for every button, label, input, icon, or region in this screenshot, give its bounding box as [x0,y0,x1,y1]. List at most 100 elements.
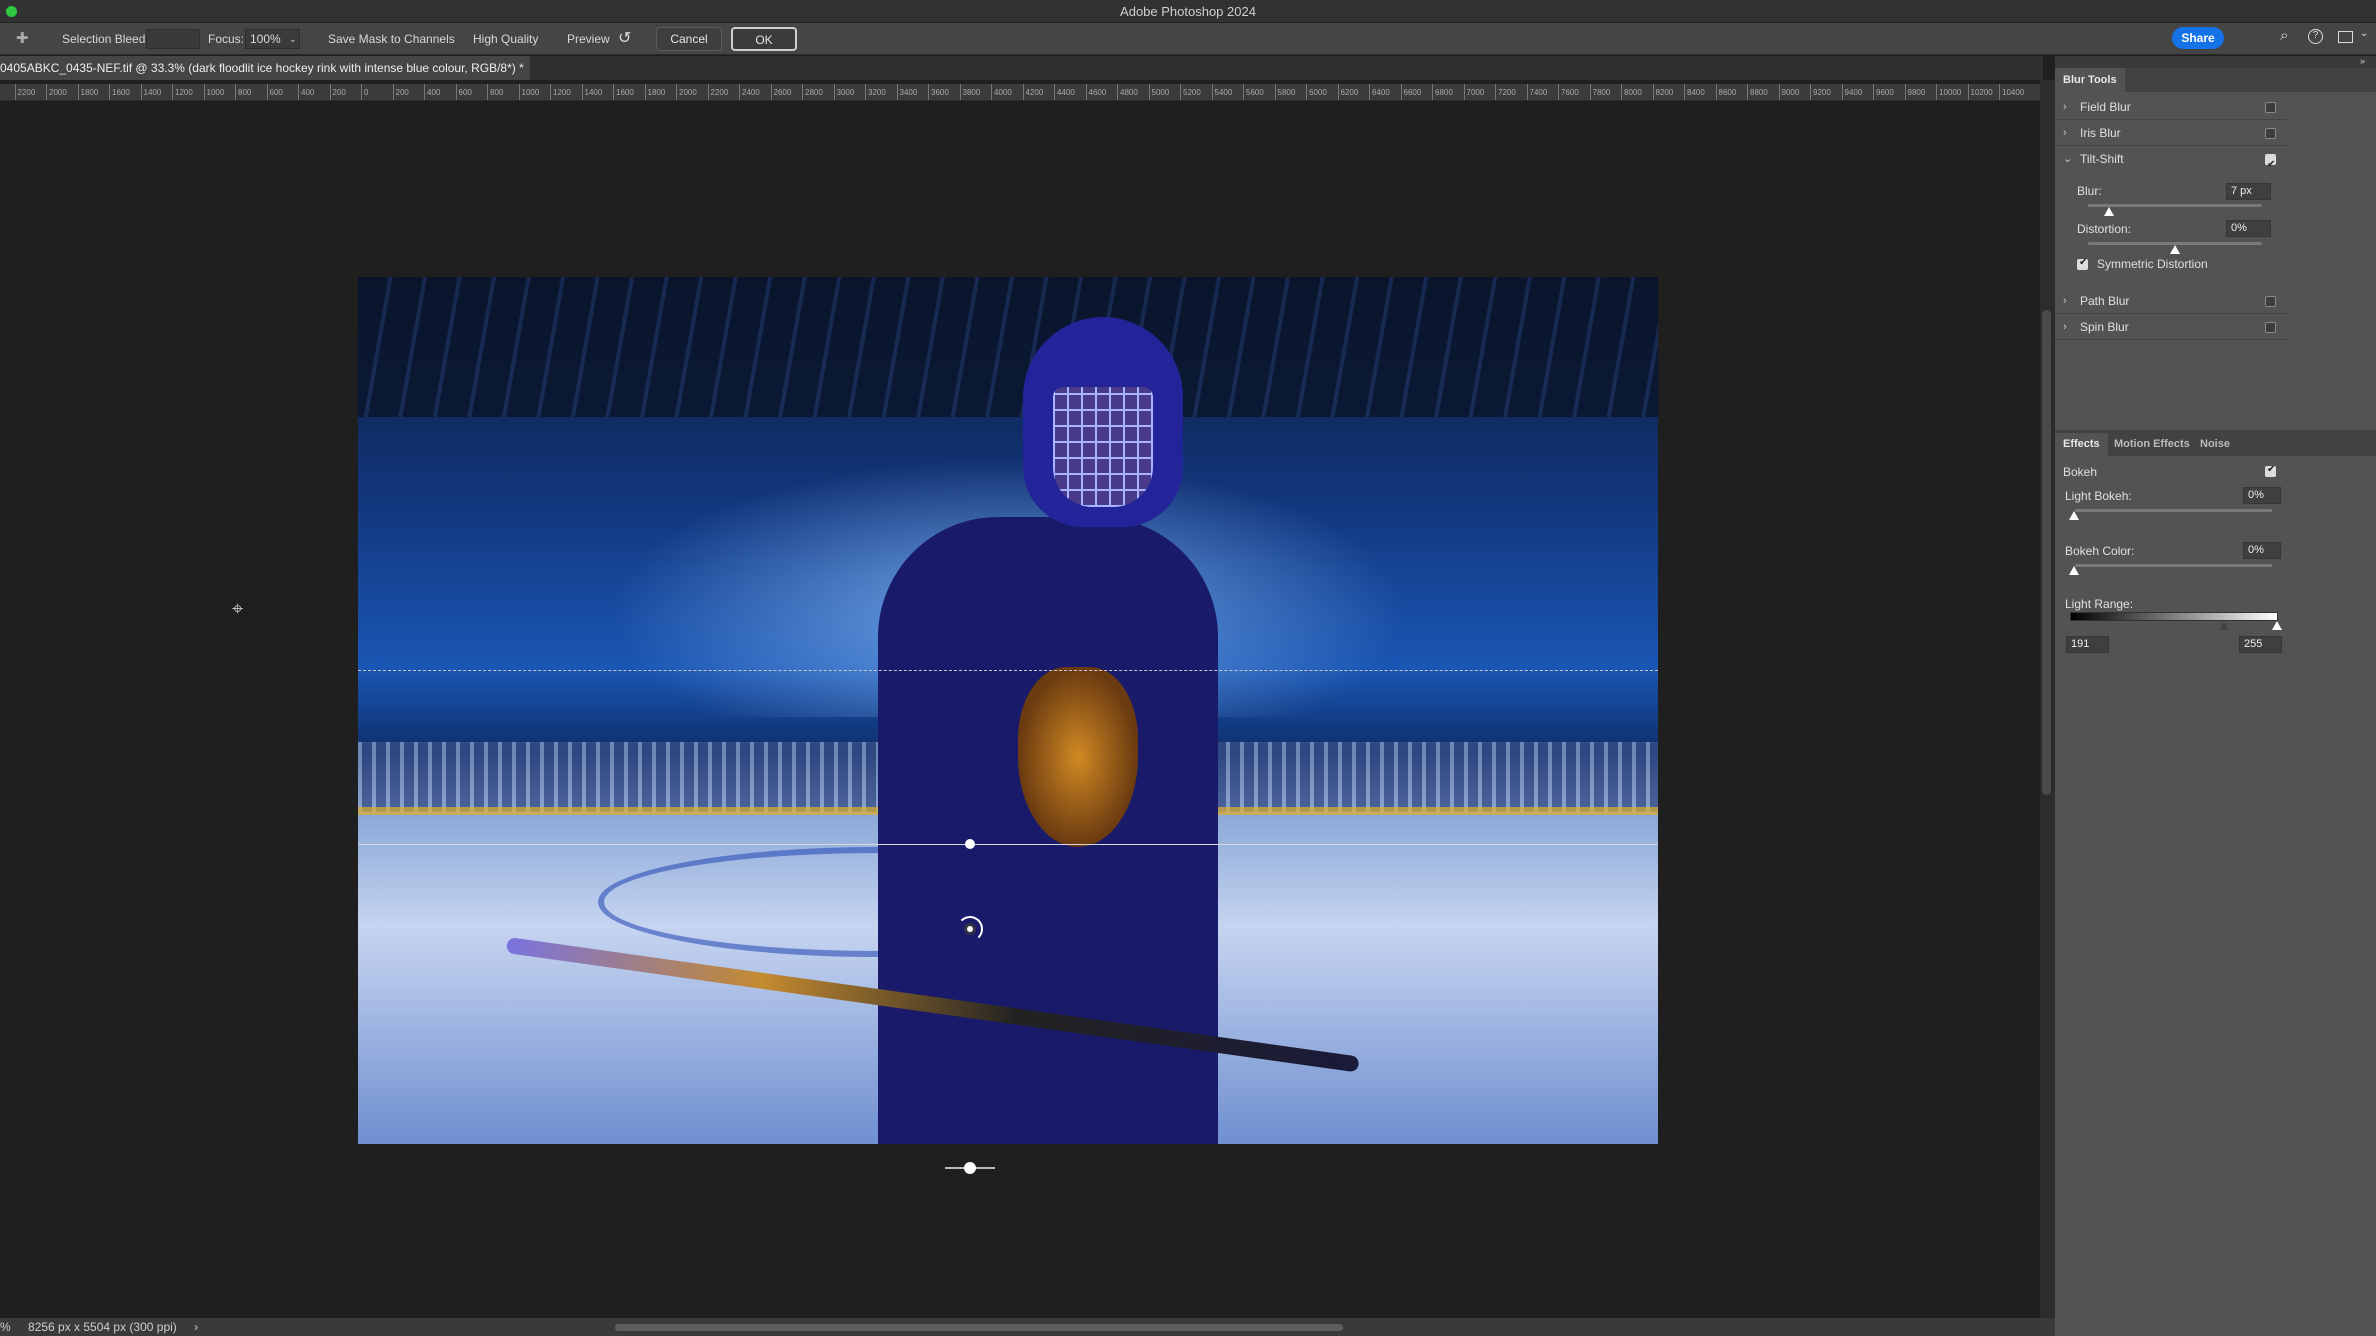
blur-item-checkbox[interactable] [2265,296,2276,307]
window-control-button[interactable] [6,6,17,17]
blur-item-field-blur[interactable]: › Field Blur [2055,94,2290,120]
vertical-scroll-thumb[interactable] [2042,310,2051,795]
bokeh-color-slider-knob[interactable] [2069,566,2079,575]
light-bokeh-slider-track[interactable] [2075,509,2272,512]
blur-item-checkbox[interactable] [2265,322,2276,333]
horizontal-ruler: 2200 2000 1800 1600 1400 1200 1000 800 600 400 200… [0,84,2043,101]
tilt-shift-feather-line[interactable] [358,670,1658,671]
blur-input[interactable]: 7 px [2226,183,2271,200]
ruler-tick: 1000 [203,84,224,100]
ruler-tick: 7000 [1463,84,1484,100]
symmetric-distortion-checkbox[interactable] [2077,257,2088,270]
reset-pins-icon[interactable]: ↺ [618,23,631,55]
light-bokeh-slider-knob[interactable] [2069,511,2079,520]
jersey-logo [1018,667,1138,847]
selection-bleed-input[interactable] [146,29,200,49]
ruler-tick: 800 [235,84,251,100]
focus-label: Focus: [208,32,245,46]
ruler-tick: 400 [298,84,314,100]
ruler-tick: 10000 [1936,84,1961,100]
chevron-right-icon[interactable]: › [2063,94,2067,120]
ruler-tick: 7600 [1558,84,1579,100]
light-range-high-input[interactable]: 255 [2239,636,2282,653]
ruler-tick: 3200 [865,84,886,100]
light-range-low-input[interactable]: 191 [2066,636,2109,653]
blur-item-label: Tilt-Shift [2080,152,2124,166]
bokeh-color-label: Bokeh Color: [2065,544,2135,558]
ruler-tick: 9000 [1778,84,1799,100]
ruler-tick: 4800 [1117,84,1138,100]
tab-noise[interactable]: Noise [2192,433,2238,455]
blur-item-checkbox[interactable] [2265,128,2276,139]
tilt-shift-focus-line[interactable] [358,844,1658,845]
blur-item-tilt-shift[interactable]: ⌄ Tilt-Shift [2055,146,2290,178]
tab-motion-effects[interactable]: Motion Effects [2106,433,2198,455]
ruler-tick: 5400 [1211,84,1232,100]
ruler-tick: 6600 [1400,84,1421,100]
ruler-tick: 3400 [896,84,917,100]
chevron-right-icon[interactable]: › [2063,288,2067,314]
ruler-tick: 7200 [1495,84,1516,100]
bokeh-checkbox[interactable] [2265,464,2276,477]
ruler-tick: 1400 [140,84,161,100]
workspace-icon[interactable] [2338,31,2353,43]
slider-widget-handle[interactable] [964,1162,976,1174]
light-range-gradient[interactable] [2070,612,2278,621]
ruler-tick: 1800 [77,84,98,100]
ruler-tick: 8000 [1621,84,1642,100]
ruler-tick: 2600 [770,84,791,100]
help-icon[interactable]: ? [2308,29,2323,44]
ruler-tick: 1800 [644,84,665,100]
chevron-down-icon[interactable]: ⌄ [2063,146,2072,172]
blur-item-spin-blur[interactable]: › Spin Blur [2055,314,2290,340]
cancel-button[interactable]: Cancel [656,27,722,51]
ruler-tick: 7400 [1526,84,1547,100]
distortion-input[interactable]: 0% [2226,220,2271,237]
zoom-level[interactable]: % [0,1320,11,1334]
ruler-tick: 9400 [1841,84,1862,100]
ruler-tick: 4400 [1054,84,1075,100]
tilt-shift-center-handle[interactable] [965,839,975,849]
tab-effects[interactable]: Effects [2055,433,2108,456]
high-quality-label: High Quality [473,32,539,46]
blur-item-checkbox[interactable] [2265,102,2276,113]
ruler-tick: 3800 [959,84,980,100]
chevron-down-icon[interactable]: ⌄ [2360,28,2368,39]
blur-item-path-blur[interactable]: › Path Blur [2055,288,2290,314]
ruler-tick: 2200 [14,84,35,100]
bokeh-color-input[interactable]: 0% [2243,542,2281,559]
ruler-tick: 3600 [928,84,949,100]
blur-pin[interactable] [964,923,976,935]
document-tab[interactable]: 0405ABKC_0435-NEF.tif @ 33.3% (dark floo… [0,56,530,80]
blur-panel [2055,56,2376,1336]
ruler-tick: 10200 [1967,84,1993,100]
blur-item-iris-blur[interactable]: › Iris Blur [2055,120,2290,146]
blur-slider-track[interactable] [2088,204,2262,207]
blur-slider-knob[interactable] [2103,207,2114,216]
ruler-tick: 7800 [1589,84,1610,100]
blur-item-checkbox[interactable] [2265,152,2276,178]
ok-button[interactable]: OK [731,27,797,51]
search-icon[interactable]: ⌕ [2280,27,2288,44]
ruler-tick: 6200 [1337,84,1358,100]
bokeh-color-slider-track[interactable] [2075,564,2272,567]
ruler-tick: 9600 [1873,84,1894,100]
blur-item-label: Path Blur [2080,294,2130,308]
share-button[interactable]: Share [2172,27,2224,49]
arena-roof [358,277,1658,417]
document-image[interactable] [358,277,1658,1144]
status-menu-arrow[interactable]: › [194,1320,198,1334]
chevron-down-icon[interactable]: ⌄ [289,23,297,55]
chevron-right-icon[interactable]: › [2063,314,2067,340]
status-bar: % 8256 px x 5504 px (300 ppi) › [0,1318,198,1336]
light-range-high-knob[interactable] [2272,621,2282,630]
chevron-right-icon[interactable]: › [2063,120,2067,146]
blur-item-label: Spin Blur [2080,320,2129,334]
distortion-slider-knob[interactable] [2170,245,2180,254]
blur-pin-tool-icon[interactable]: ✚ [16,23,29,55]
horizontal-scroll-thumb[interactable] [615,1324,1343,1331]
collapse-panel-icon[interactable]: » [2360,56,2365,66]
light-bokeh-input[interactable]: 0% [2243,487,2281,504]
light-range-low-knob[interactable] [2219,621,2229,630]
tab-blur-tools[interactable]: Blur Tools [2055,68,2125,93]
